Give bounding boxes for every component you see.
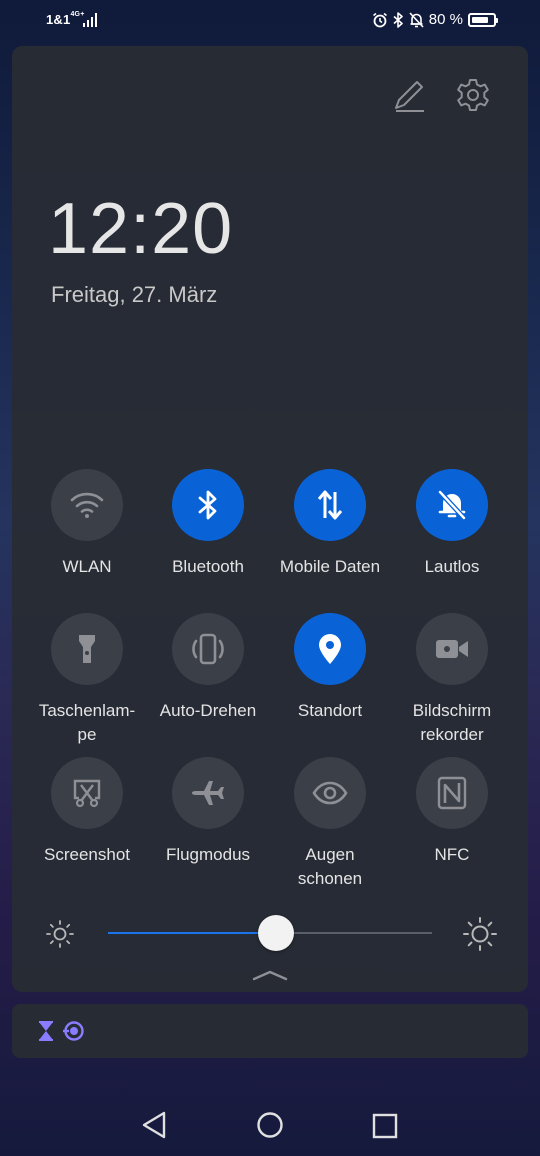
wifi-icon [70, 492, 104, 518]
mobile-data-icon [317, 490, 343, 520]
bluetooth-icon [393, 11, 403, 28]
nfc-icon [437, 776, 467, 810]
tile-screen-recorder-label: Bildschirm rekorder [412, 701, 492, 744]
tile-nfc-button[interactable] [416, 757, 488, 829]
pencil-icon [395, 81, 424, 112]
brightness-control [12, 906, 528, 962]
screenshot-icon [73, 779, 101, 808]
mute-bell-icon [438, 490, 466, 520]
location-icon [319, 634, 341, 664]
brightness-low-icon [46, 920, 74, 948]
tile-lautlos[interactable]: Lautlos [392, 469, 512, 579]
brightness-slider-fill [108, 932, 277, 934]
tile-auto-rotate-button[interactable] [172, 613, 244, 685]
tile-screen-recorder[interactable]: Bildschirm rekorder [392, 613, 512, 747]
alarm-icon [372, 12, 387, 27]
tile-bluetooth[interactable]: Bluetooth [148, 469, 268, 579]
mute-icon [409, 11, 424, 28]
tile-lautlos-label: Lautlos [424, 557, 480, 576]
status-icons: 80 % [372, 11, 498, 28]
tile-standort-label: Standort [297, 701, 363, 720]
notification-bar[interactable] [12, 1004, 528, 1058]
tile-mobile-data-label: Mobile Daten [279, 557, 381, 576]
auto-rotate-icon [192, 633, 224, 665]
tile-auto-rotate[interactable]: Auto-Drehen [148, 613, 268, 723]
sync-icon [63, 1021, 84, 1041]
tile-mobile-data[interactable]: Mobile Daten [270, 469, 390, 579]
tile-lautlos-button[interactable] [416, 469, 488, 541]
tile-standort[interactable]: Standort [270, 613, 390, 723]
brightness-slider[interactable] [108, 915, 432, 951]
flashlight-icon [79, 635, 95, 663]
tile-nfc[interactable]: NFC [392, 757, 512, 867]
tile-nfc-label: NFC [434, 845, 470, 864]
tile-flugmodus-button[interactable] [172, 757, 244, 829]
tile-eye-comfort-label: Augen schonen [297, 845, 363, 888]
tile-screenshot-label: Screenshot [44, 845, 130, 864]
tile-auto-rotate-label: Auto-Drehen [159, 701, 257, 720]
clock-time[interactable]: 12:20 [48, 188, 233, 270]
signal-icon [83, 13, 97, 27]
bluetooth-icon [198, 490, 217, 520]
edit-button[interactable] [390, 76, 428, 114]
settings-button[interactable] [454, 76, 492, 114]
tile-screenshot[interactable]: Screenshot [27, 757, 147, 867]
brightness-high-icon [463, 917, 497, 951]
quick-settings-panel: 12:20 Freitag, 27. März WLAN Bluetooth M… [12, 46, 528, 992]
tile-flashlight-button[interactable] [51, 613, 123, 685]
clock-date[interactable]: Freitag, 27. März [51, 282, 217, 308]
tile-eye-comfort[interactable]: Augen schonen [270, 757, 390, 891]
battery-fill [472, 16, 488, 23]
tile-mobile-data-button[interactable] [294, 469, 366, 541]
screen-recorder-icon [436, 640, 468, 658]
hourglass-icon [39, 1021, 53, 1041]
tile-screen-recorder-button[interactable] [416, 613, 488, 685]
tile-wlan-label: WLAN [62, 557, 112, 576]
airplane-icon [192, 781, 224, 805]
carrier-label: 1&14G+ [46, 10, 85, 27]
battery-percent: 80 % [428, 11, 463, 28]
collapse-handle-icon[interactable] [252, 968, 288, 982]
tile-wlan[interactable]: WLAN [27, 469, 147, 579]
eye-icon [312, 781, 348, 805]
tile-flugmodus-label: Flugmodus [165, 845, 251, 864]
home-icon[interactable] [256, 1111, 284, 1139]
back-icon[interactable] [140, 1110, 168, 1140]
tile-standort-button[interactable] [294, 613, 366, 685]
gear-icon [457, 79, 489, 111]
navigation-bar [0, 1090, 540, 1156]
battery-icon [468, 12, 498, 27]
brightness-slider-thumb[interactable] [258, 915, 295, 951]
tile-eye-comfort-button[interactable] [294, 757, 366, 829]
tile-screenshot-button[interactable] [51, 757, 123, 829]
tile-bluetooth-button[interactable] [172, 469, 244, 541]
tile-flugmodus[interactable]: Flugmodus [148, 757, 268, 867]
tile-bluetooth-label: Bluetooth [172, 557, 244, 576]
recents-icon[interactable] [372, 1113, 398, 1139]
tile-wlan-button[interactable] [51, 469, 123, 541]
tile-flashlight-label: Taschenlam- pe [38, 701, 136, 744]
tile-flashlight[interactable]: Taschenlam- pe [27, 613, 147, 747]
status-bar: 1&14G+ 80 % [0, 0, 540, 40]
